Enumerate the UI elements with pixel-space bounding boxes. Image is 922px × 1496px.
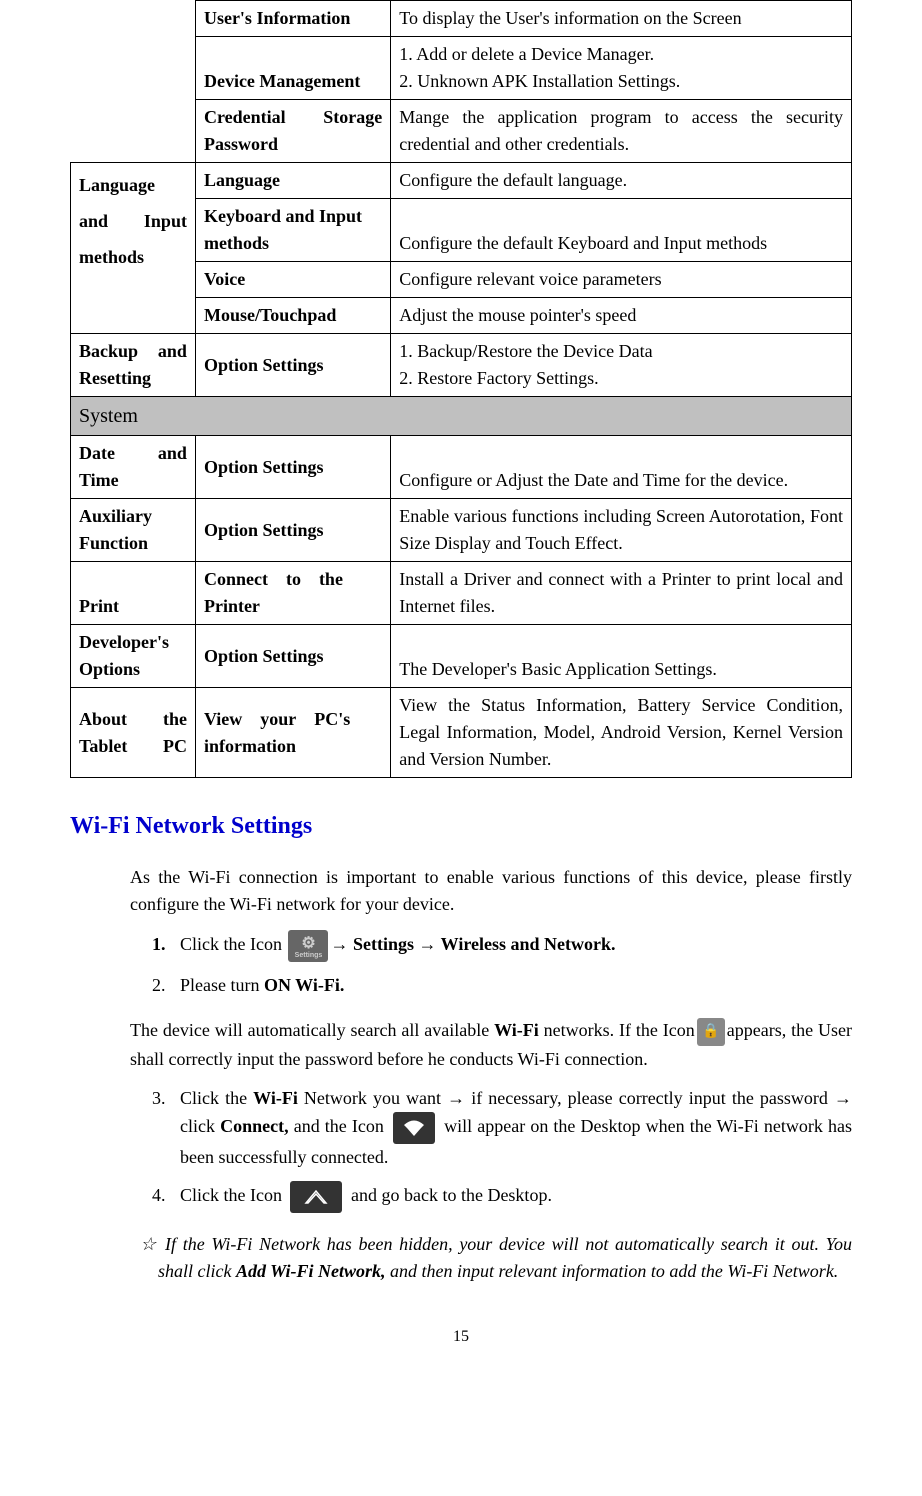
category-about: About the Tablet PC xyxy=(71,688,196,778)
desc-cell: Adjust the mouse pointer's speed xyxy=(391,298,852,334)
wifi-steps: Click the Icon → Settings → Wireless and… xyxy=(130,930,852,999)
item-cell: Option Settings xyxy=(195,625,390,688)
step-4: Click the Icon and go back to the Deskto… xyxy=(170,1181,852,1213)
section-system: System xyxy=(71,397,852,436)
desc-cell: Configure or Adjust the Date and Time fo… xyxy=(391,436,852,499)
item-cell: Mouse/Touchpad xyxy=(195,298,390,334)
category-datetime: Date and Time xyxy=(71,436,196,499)
item-cell: Device Management xyxy=(195,37,390,100)
item-cell: Connect to the Printer xyxy=(195,562,390,625)
desc-cell: View the Status Information, Battery Ser… xyxy=(391,688,852,778)
wifi-intro: As the Wi-Fi connection is important to … xyxy=(130,864,852,918)
item-cell: Option Settings xyxy=(195,499,390,562)
wifi-steps-cont: Click the Wi-Fi Network you want → if ne… xyxy=(130,1085,852,1213)
empty-category xyxy=(71,1,196,37)
desc-cell: Install a Driver and connect with a Prin… xyxy=(391,562,852,625)
desc-cell: Mange the application program to access … xyxy=(391,100,852,163)
desc-cell: Configure the default Keyboard and Input… xyxy=(391,199,852,262)
step-2: Please turn ON Wi-Fi. xyxy=(170,972,852,999)
category-language: Language and Input methods xyxy=(71,163,196,334)
wifi-para2: The device will automatically search all… xyxy=(130,1017,852,1073)
desc-cell: Configure the default language. xyxy=(391,163,852,199)
home-icon xyxy=(290,1181,342,1213)
lock-icon xyxy=(697,1018,725,1046)
item-cell: View your PC's information xyxy=(195,688,390,778)
item-cell: User's Information xyxy=(195,1,390,37)
empty-category xyxy=(71,37,196,100)
desc-cell: The Developer's Basic Application Settin… xyxy=(391,625,852,688)
category-developer: Developer's Options xyxy=(71,625,196,688)
category-print: Print xyxy=(71,562,196,625)
item-cell: Voice xyxy=(195,262,390,298)
item-cell: Keyboard and Input methods xyxy=(195,199,390,262)
empty-category xyxy=(71,100,196,163)
category-auxiliary: Auxiliary Function xyxy=(71,499,196,562)
category-backup: Backup and Resetting xyxy=(71,334,196,397)
desc-cell: To display the User's information on the… xyxy=(391,1,852,37)
step-1: Click the Icon → Settings → Wireless and… xyxy=(170,930,852,962)
item-cell: Language xyxy=(195,163,390,199)
settings-table: User's Information To display the User's… xyxy=(70,0,852,778)
wifi-heading: Wi-Fi Network Settings xyxy=(70,808,852,844)
desc-cell: 1. Add or delete a Device Manager. 2. Un… xyxy=(391,37,852,100)
item-cell: Credential StoragePassword xyxy=(195,100,390,163)
wifi-icon xyxy=(393,1112,435,1144)
step-3: Click the Wi-Fi Network you want → if ne… xyxy=(170,1085,852,1171)
page-number: 15 xyxy=(70,1325,852,1349)
item-cell: Option Settings xyxy=(195,334,390,397)
settings-icon xyxy=(288,930,328,962)
wifi-note: ☆ If the Wi-Fi Network has been hidden, … xyxy=(140,1231,852,1285)
desc-cell: Enable various functions including Scree… xyxy=(391,499,852,562)
desc-cell: Configure relevant voice parameters xyxy=(391,262,852,298)
item-cell: Option Settings xyxy=(195,436,390,499)
desc-cell: 1. Backup/Restore the Device Data 2. Res… xyxy=(391,334,852,397)
